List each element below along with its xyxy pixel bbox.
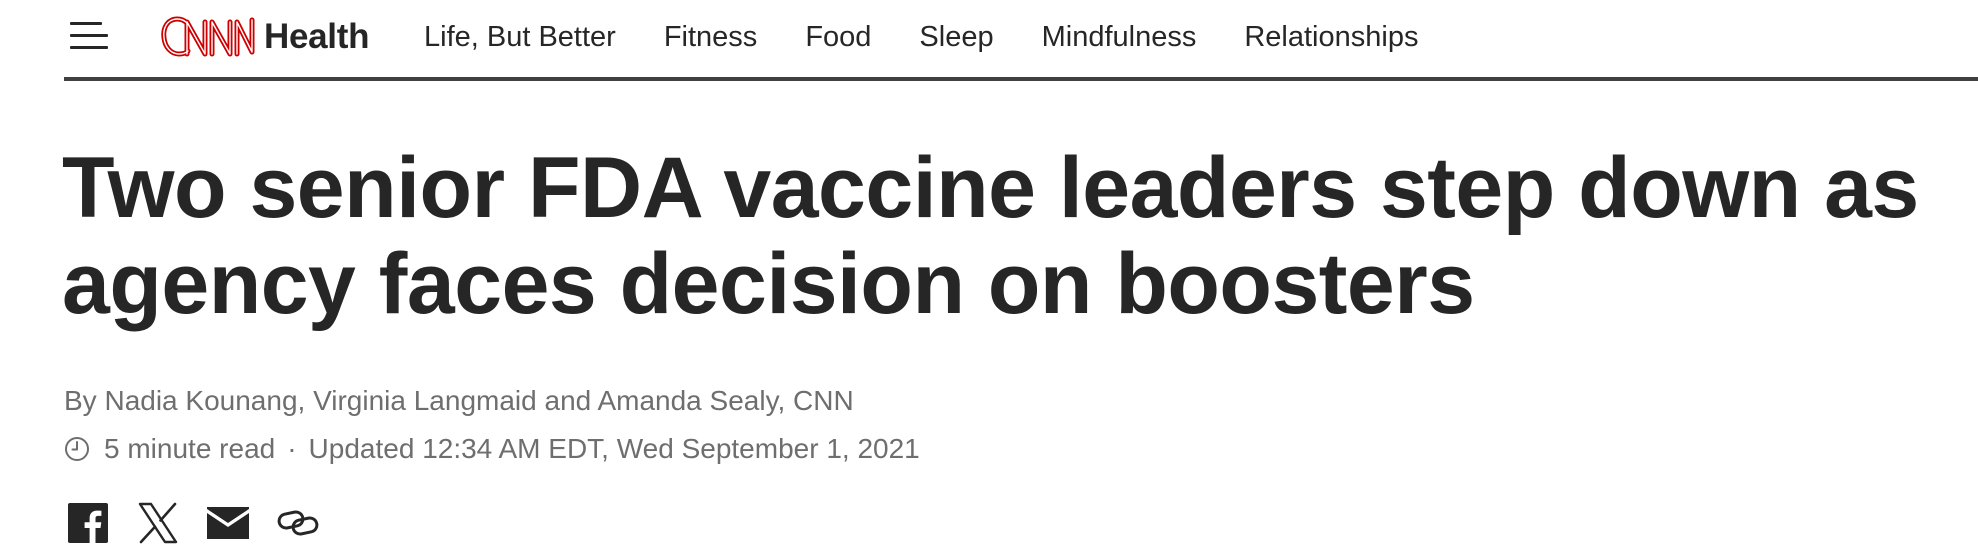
email-icon xyxy=(207,506,249,544)
article-meta: 5 minute read · Updated 12:34 AM EDT, We… xyxy=(64,432,920,466)
section-nav: Life, But Better Fitness Food Sleep Mind… xyxy=(424,17,1466,57)
byline-prefix: By xyxy=(64,385,105,416)
nav-item-relationships[interactable]: Relationships xyxy=(1244,17,1418,57)
clock-icon xyxy=(64,436,90,462)
cnn-health-logo[interactable]: Health xyxy=(160,12,369,62)
author-link-amanda-sealy[interactable]: Amanda Sealy xyxy=(597,385,777,416)
byline-separator: , xyxy=(297,385,314,416)
site-header: Health Life, But Better Fitness Food Sle… xyxy=(0,0,1978,81)
hamburger-menu-icon[interactable] xyxy=(70,22,108,50)
article-headline: Two senior FDA vaccine leaders step down… xyxy=(62,140,1978,332)
nav-item-food[interactable]: Food xyxy=(805,17,871,57)
share-bar xyxy=(66,502,346,549)
share-x-button[interactable] xyxy=(136,502,180,549)
share-copy-link-button[interactable] xyxy=(276,503,320,547)
header-divider xyxy=(64,77,1978,81)
share-email-button[interactable] xyxy=(206,503,250,547)
x-icon xyxy=(137,502,179,549)
cnn-logo-mark xyxy=(160,14,256,60)
share-facebook-button[interactable] xyxy=(66,502,110,548)
section-name: Health xyxy=(264,17,370,56)
nav-item-life-but-better[interactable]: Life, But Better xyxy=(424,17,616,57)
byline-and: and xyxy=(536,385,598,416)
meta-separator: · xyxy=(287,433,297,464)
nav-item-fitness[interactable]: Fitness xyxy=(664,17,757,57)
byline-suffix: , CNN xyxy=(777,385,854,416)
nav-item-mindfulness[interactable]: Mindfulness xyxy=(1042,17,1197,57)
read-time: 5 minute read xyxy=(104,433,276,464)
link-icon xyxy=(277,509,319,541)
author-link-virginia-langmaid[interactable]: Virginia Langmaid xyxy=(313,385,537,416)
headline-line-2: agency faces decision on boosters xyxy=(62,236,1475,332)
author-link-nadia-kounang[interactable]: Nadia Kounang xyxy=(104,385,297,416)
facebook-icon xyxy=(68,502,108,548)
updated-timestamp: Updated 12:34 AM EDT, Wed September 1, 2… xyxy=(308,433,920,464)
headline-line-1: Two senior FDA vaccine leaders step down… xyxy=(62,140,1919,236)
byline: By Nadia Kounang, Virginia Langmaid and … xyxy=(64,384,854,418)
nav-item-sleep[interactable]: Sleep xyxy=(919,17,993,57)
